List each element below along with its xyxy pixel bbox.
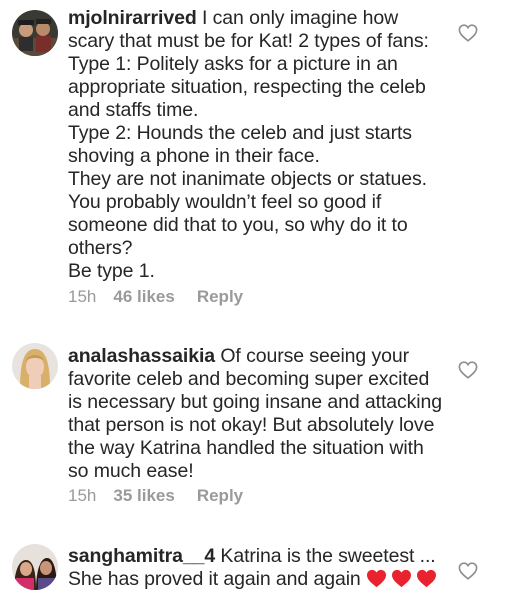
red-heart-emoji: [392, 569, 412, 588]
comment-meta: 15h 35 likes Reply: [68, 486, 243, 506]
avatar[interactable]: [12, 343, 58, 389]
comment-username[interactable]: mjolnirarrived: [68, 7, 197, 29]
heart-outline-icon: [458, 361, 478, 379]
comment-text: analashassaikia Of course seeing your fa…: [68, 345, 448, 483]
comment-username[interactable]: sanghamitra__4: [68, 545, 215, 567]
comment-likes[interactable]: 35 likes: [113, 486, 174, 506]
avatar[interactable]: [12, 544, 58, 590]
like-button[interactable]: [458, 24, 478, 42]
heart-outline-icon: [458, 24, 478, 42]
comment-body: They are not inanimate objects or statue…: [68, 168, 427, 259]
comment-text: mjolnirarrived I can only imagine how sc…: [68, 7, 448, 283]
like-button[interactable]: [458, 361, 478, 379]
comment-body: Type 2: Hounds the celeb and just starts…: [68, 122, 412, 167]
like-button[interactable]: [458, 562, 478, 580]
heart-outline-icon: [458, 562, 478, 580]
red-heart-emoji: [367, 569, 387, 588]
avatar-image: [12, 10, 58, 56]
comment-time: 15h: [68, 287, 97, 306]
comment-time: 15h: [68, 486, 97, 505]
comment-username[interactable]: analashassaikia: [68, 345, 215, 367]
red-heart-emoji: [417, 569, 437, 588]
comment-text: sanghamitra__4 Katrina is the sweetest .…: [68, 545, 448, 591]
avatar[interactable]: [12, 10, 58, 56]
avatar-image: [12, 544, 58, 590]
comment-likes[interactable]: 46 likes: [113, 287, 174, 307]
reply-button[interactable]: Reply: [197, 486, 243, 506]
reply-button[interactable]: Reply: [197, 287, 243, 307]
avatar-image: [12, 343, 58, 389]
comment-meta: 15h 46 likes Reply: [68, 287, 243, 307]
comment-body: Be type 1.: [68, 260, 155, 282]
